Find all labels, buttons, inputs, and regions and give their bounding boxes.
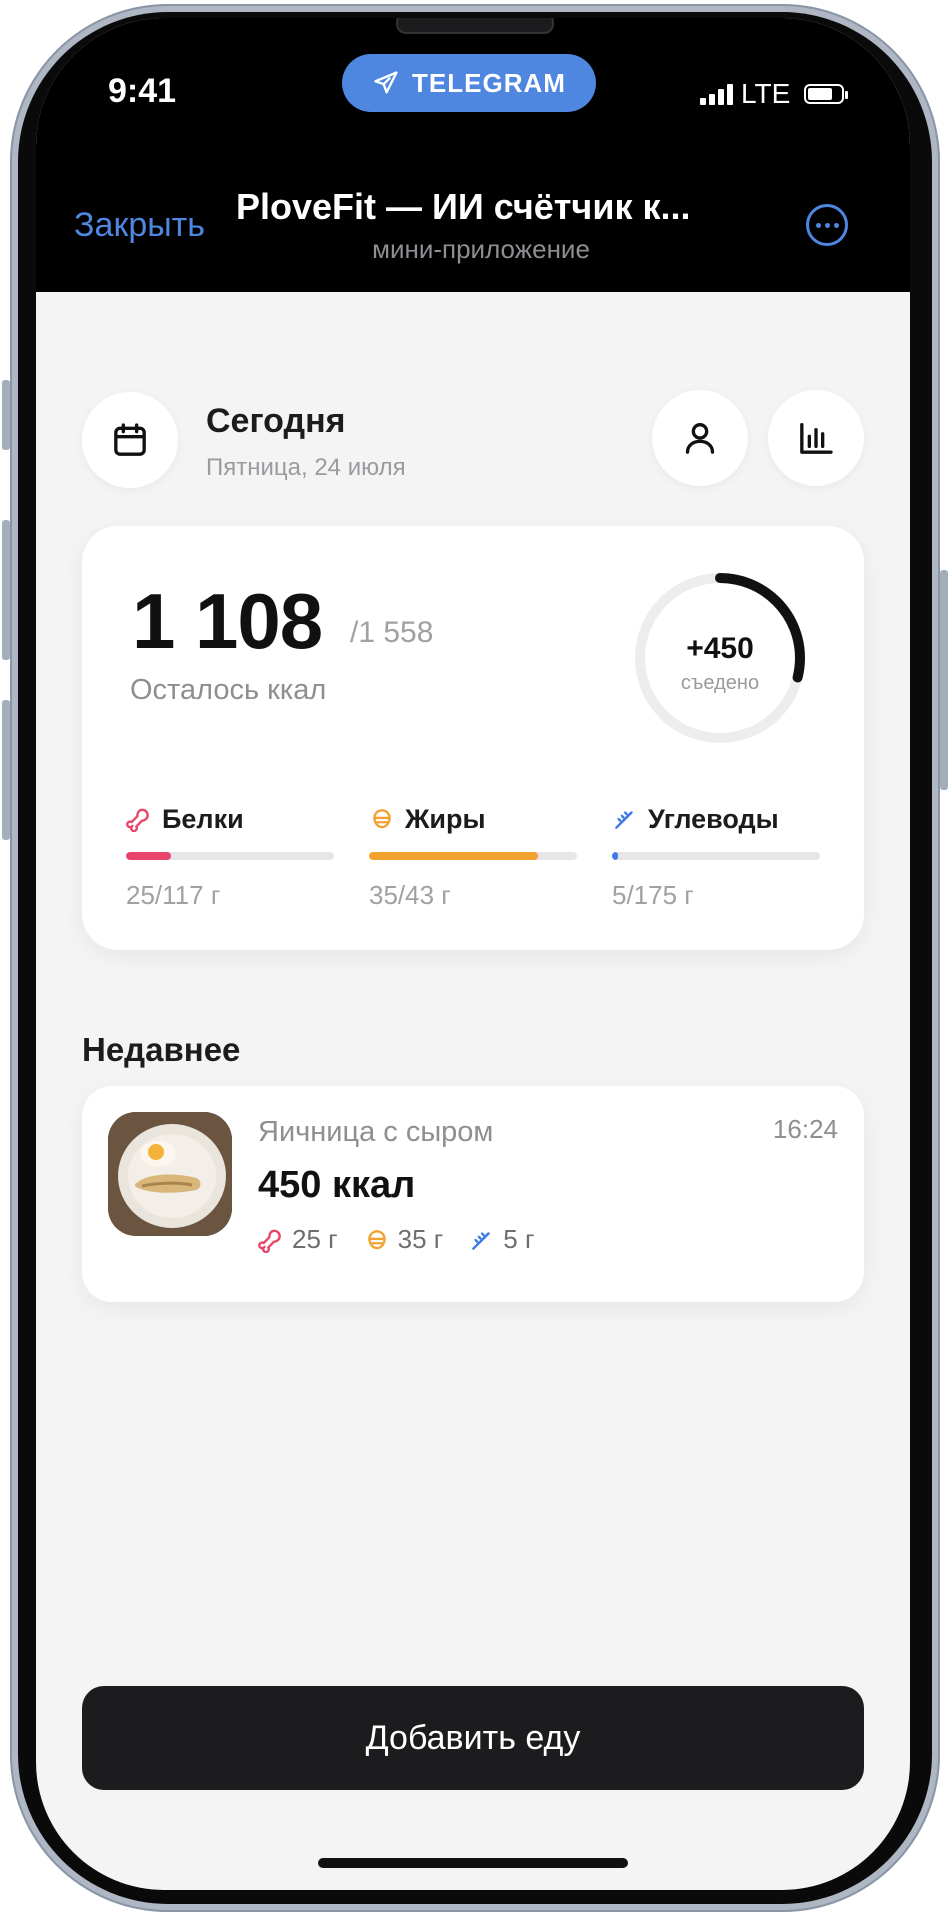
telegram-pill-label: TELEGRAM (412, 67, 566, 98)
meal-fat-value: 35 г (397, 1224, 444, 1254)
app-title: PloveFit — ИИ счётчик к... (236, 186, 691, 227)
fat-icon (367, 1229, 386, 1249)
add-food-button[interactable]: Добавить еду (82, 1686, 864, 1790)
calendar-icon (114, 423, 146, 456)
eaten-label: съедено (680, 672, 760, 694)
macro-protein: Белки 25/117 г (126, 802, 334, 911)
carbs-icon (615, 811, 633, 829)
calorie-summary-card: 1 108 /1 558 Осталось ккал +450 съедено … (82, 526, 864, 950)
carbs-icon (472, 1231, 490, 1250)
macro-fat-track (369, 852, 577, 860)
macro-protein-label: Белки (162, 803, 244, 834)
remaining-kcal: 1 108 (132, 577, 323, 665)
macro-carbs: Углеводы 5/175 г (612, 802, 820, 911)
protein-icon (126, 808, 149, 832)
macro-protein-track (126, 852, 334, 860)
meal-kcal: 450 ккал (258, 1164, 416, 1206)
macro-fat-value: 35/43 г (369, 880, 451, 910)
recent-section-title: Недавнее (82, 1031, 241, 1068)
meal-carbs: 5 г (469, 1224, 534, 1255)
meal-protein-value: 25 г (292, 1224, 338, 1254)
meal-protein: 25 г (258, 1224, 338, 1255)
signal-icon (700, 83, 733, 105)
kcal-goal: /1 558 (350, 616, 434, 649)
home-indicator (318, 1858, 628, 1868)
power-button (940, 570, 948, 790)
battery-icon (804, 84, 849, 104)
macro-protein-value: 25/117 г (126, 880, 221, 910)
bar-chart-icon (800, 423, 833, 454)
fried-eggs-photo (108, 1112, 232, 1236)
volume-up-button (2, 520, 10, 660)
macro-fat-label: Жиры (405, 803, 486, 834)
macro-carbs-value: 5/175 г (612, 880, 694, 910)
fat-icon (373, 809, 391, 829)
person-icon (685, 423, 715, 454)
date-subtitle: Пятница, 24 июля (206, 454, 406, 481)
meal-time: 16:24 (772, 1114, 838, 1144)
more-options-icon[interactable] (806, 204, 848, 246)
speaker-grille (396, 18, 554, 34)
macro-carbs-fill (612, 852, 619, 860)
calendar-button[interactable] (82, 392, 178, 488)
stats-button[interactable] (768, 390, 864, 486)
app-subtitle: мини-приложение (372, 234, 590, 264)
recent-meal-item[interactable]: Яичница с сыром 16:24 450 ккал 25 г 35 г (82, 1086, 864, 1302)
meal-name: Яичница с сыром (258, 1116, 494, 1148)
eaten-kcal: +450 (686, 632, 754, 665)
telegram-pill[interactable]: TELEGRAM (342, 54, 596, 112)
status-time: 9:41 (108, 72, 177, 110)
macro-carbs-label: Углеводы (648, 803, 779, 834)
date-title: Сегодня (206, 402, 346, 440)
status-indicators: LTE (700, 78, 849, 110)
remaining-label: Осталось ккал (130, 674, 327, 706)
macro-fat: Жиры 35/43 г (369, 802, 577, 911)
volume-down-button (2, 700, 10, 840)
protein-icon (258, 1229, 281, 1253)
macro-carbs-track (612, 852, 820, 860)
send-icon (374, 71, 398, 94)
telegram-header: 9:41 TELEGRAM LTE Закрыть PloveFit — ИИ … (36, 18, 910, 292)
meal-carbs-value: 5 г (503, 1224, 535, 1254)
screen: 9:41 TELEGRAM LTE Закрыть PloveFit — ИИ … (36, 18, 910, 1890)
close-button[interactable]: Закрыть (74, 206, 205, 245)
mute-switch (2, 380, 10, 450)
profile-button[interactable] (652, 390, 748, 486)
meal-fat: 35 г (364, 1224, 444, 1255)
network-label: LTE (741, 78, 791, 109)
macro-fat-fill (369, 852, 539, 860)
meal-macros: 25 г 35 г 5 г (258, 1224, 534, 1255)
macro-protein-fill (126, 852, 171, 860)
